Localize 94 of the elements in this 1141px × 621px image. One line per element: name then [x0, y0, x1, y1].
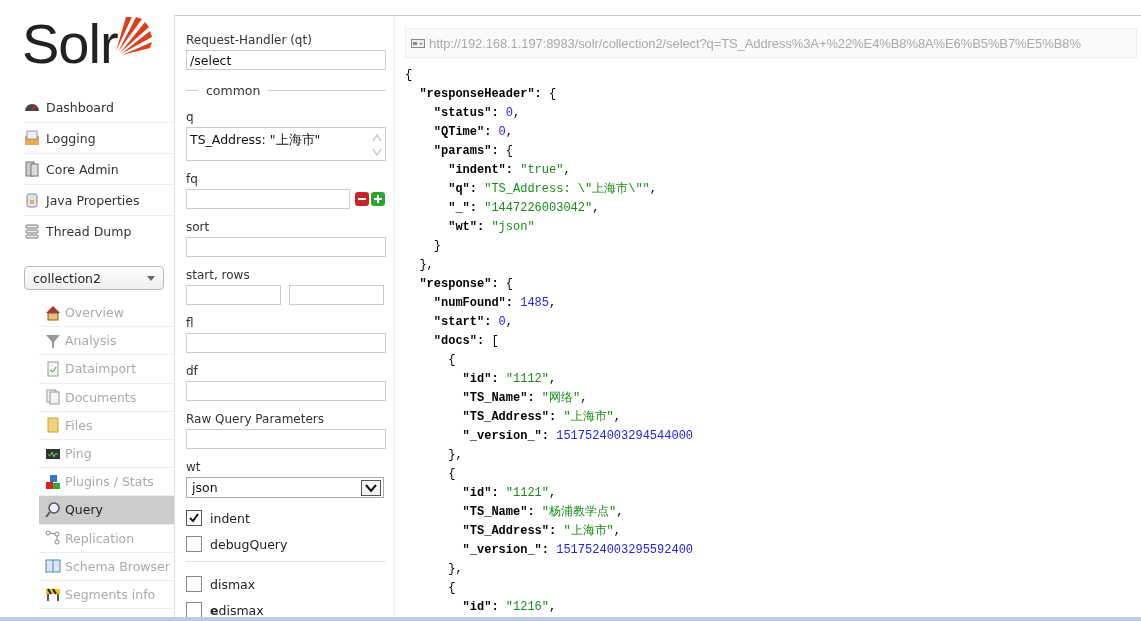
checkbox-label: dismax: [210, 576, 256, 592]
input-field[interactable]: [186, 285, 281, 305]
code-line: "params": {: [432, 143, 513, 160]
code-line: "docs": [: [432, 333, 499, 350]
document-icon: [45, 360, 61, 377]
field-label: fl: [186, 316, 195, 332]
funnel-icon: [45, 332, 61, 349]
code-line: "id": "1121",: [461, 485, 557, 502]
checkbox[interactable]: [186, 576, 202, 592]
core-menu-item[interactable]: Documents: [39, 383, 174, 412]
nav-link[interactable]: Logging: [24, 123, 174, 154]
field-label: df: [186, 364, 199, 380]
code-line: "TS_Name": "网络",: [461, 390, 588, 407]
scroll-arrows-icon: [372, 132, 382, 158]
field-label: sort: [186, 220, 211, 236]
core-menu-item[interactable]: Overview: [39, 299, 174, 328]
nav-link[interactable]: Dashboard: [24, 92, 174, 123]
code-line: {: [447, 466, 456, 483]
server-icon: [24, 161, 40, 177]
core-menu-item[interactable]: Replication: [39, 524, 174, 553]
caret-icon: [147, 275, 155, 281]
core-menu-item[interactable]: Files: [39, 411, 174, 440]
nav-link[interactable]: Core Admin: [24, 154, 174, 185]
nav-link[interactable]: Thread Dump: [24, 216, 174, 246]
code-line: "q": "TS_Address: \"上海市\"",: [447, 181, 658, 198]
barrier-icon: [45, 586, 61, 603]
core-menu-item[interactable]: Dataimport: [39, 355, 174, 384]
book-icon: [45, 558, 61, 575]
input-field[interactable]: [186, 189, 350, 209]
magnifier-icon: [45, 501, 61, 518]
code-line: "status": 0,: [432, 105, 521, 122]
code-line: "start": 0,: [432, 314, 513, 331]
code-line: "id": "1112",: [461, 371, 557, 388]
core-menu-item[interactable]: Ping: [39, 439, 174, 469]
checkbox-label: edismax: [210, 602, 264, 617]
code-line: "_version_": 1517524003294544000: [461, 428, 694, 445]
code-line: },: [447, 561, 463, 578]
checkbox[interactable]: [186, 602, 202, 617]
checkbox-label: debugQuery: [210, 536, 288, 552]
input-field[interactable]: [186, 333, 386, 353]
remove-button[interactable]: [355, 192, 369, 206]
code-line: "numFound": 1485,: [432, 295, 557, 312]
code-line: {: [447, 352, 456, 369]
field-label: q: [186, 110, 195, 126]
nodes-icon: [45, 530, 61, 547]
code-line: "QTime": 0,: [432, 124, 513, 141]
code-line: },: [447, 447, 463, 464]
code-line: "_version_": 1517524003295592400: [461, 542, 694, 559]
text-area[interactable]: TS_Address: "上海市": [186, 127, 386, 161]
input-field[interactable]: [186, 429, 386, 449]
section-legend: common: [206, 82, 261, 98]
code-line: "TS_Address": "上海市",: [461, 523, 622, 540]
code-line: "indent": "true",: [447, 162, 571, 179]
nav-link[interactable]: Java Properties: [24, 185, 174, 216]
add-button[interactable]: [371, 192, 385, 206]
checkbox-label: indent: [210, 510, 250, 526]
blocks-icon: [45, 473, 61, 490]
checkbox[interactable]: [186, 536, 202, 552]
stack-icon: [24, 223, 40, 239]
field-label: fq: [186, 172, 199, 188]
code-line: {: [447, 580, 456, 597]
core-menu-item[interactable]: Schema Browser: [39, 552, 174, 581]
inbox-icon: [24, 130, 40, 146]
url-bar[interactable]: http://192.168.1.197:8983/solr/collection2/select?q=TS_Address%3A+%22%E4%B8%8A%E6%B5%B7%E5%B8%: [405, 28, 1137, 58]
input-field[interactable]: [289, 285, 384, 305]
input-field[interactable]: [186, 237, 386, 257]
documents-icon: [45, 389, 61, 406]
code-line: }: [432, 238, 441, 255]
core-selector[interactable]: collection2: [24, 266, 164, 290]
code-line: "TS_Name": "杨浦教学点",: [461, 504, 624, 521]
input-field[interactable]: /select: [186, 50, 386, 70]
core-menu-item[interactable]: Analysis: [39, 327, 174, 356]
code-line: "TS_Address": "上海市",: [461, 409, 622, 426]
code-line: "id": "1216",: [461, 599, 557, 616]
code-line: "wt": "json": [447, 219, 535, 236]
dropdown-field[interactable]: json: [186, 477, 384, 498]
core-menu-item[interactable]: Segments info: [39, 580, 174, 610]
field-label: wt: [186, 460, 202, 476]
code-line: "_": "1447226003042",: [447, 200, 600, 217]
field-label: Raw Query Parameters: [186, 412, 326, 428]
input-field[interactable]: [186, 381, 386, 401]
folder-icon: [45, 417, 61, 434]
field-label: start, rows: [186, 268, 251, 284]
core-menu-item[interactable]: Query: [39, 496, 174, 525]
code-line: "responseHeader": {: [418, 86, 557, 103]
code-line: {: [405, 67, 413, 84]
jar-icon: [24, 192, 40, 208]
checkbox[interactable]: [186, 510, 202, 526]
house-icon: [45, 304, 61, 321]
window-icon: [411, 38, 425, 48]
field-label: Request-Handler (qt): [186, 33, 313, 49]
code-line: },: [418, 257, 434, 274]
logo-text: Solr: [22, 14, 118, 74]
code-line: "response": {: [418, 276, 513, 293]
